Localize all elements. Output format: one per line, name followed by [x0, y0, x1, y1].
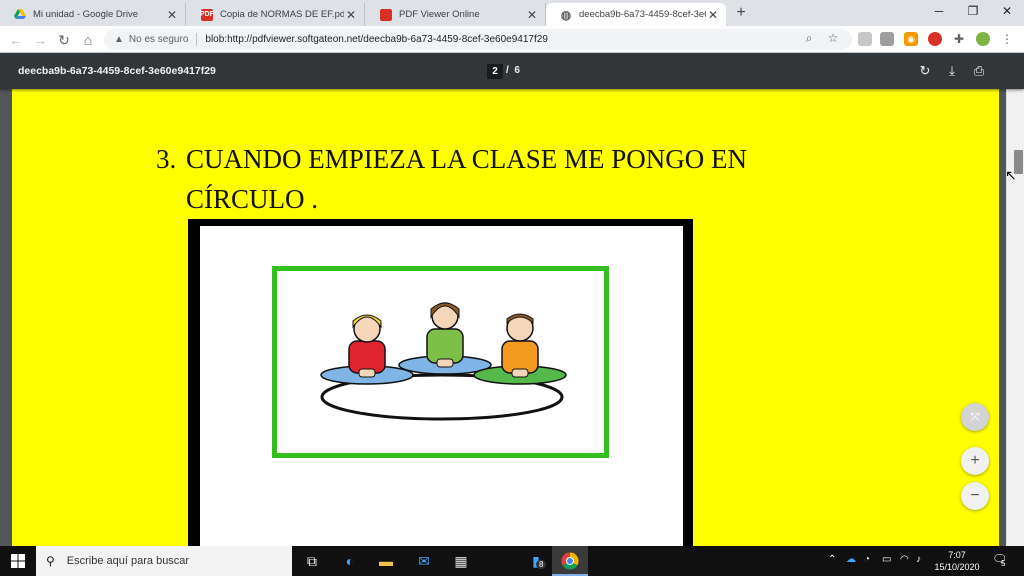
tab-strip: Mi unidad - Google Drive ✕ PDF Copia de …	[0, 0, 1024, 26]
rule-text: CUANDO EMPIEZA LA CLASE ME PONGO EN CÍRC…	[186, 144, 748, 214]
start-button[interactable]	[0, 546, 36, 576]
children-sitting-in-circle-illustration	[320, 302, 567, 421]
reload-icon[interactable]: ↻	[54, 30, 74, 50]
address-bar[interactable]: ▲ No es seguro blob:http://pdfviewer.sof…	[104, 29, 852, 50]
volume-icon[interactable]: ♪	[916, 554, 921, 565]
onedrive-icon[interactable]: ☁	[846, 554, 856, 565]
rule-number: 3.	[156, 144, 177, 174]
tab-label: PDF Viewer Online	[399, 9, 480, 20]
search-placeholder: Escribe aquí para buscar	[66, 555, 190, 567]
file-explorer-icon[interactable]: ▬	[376, 551, 396, 571]
security-label[interactable]: No es seguro	[129, 34, 188, 45]
pictogram-frame	[188, 219, 693, 546]
tab-label: Copia de NORMAS DE EF.pdf - G	[220, 9, 344, 20]
pdf-toolbar: deecba9b-6a73-4459-8cef-3e60e9417f29 2 /…	[0, 53, 1024, 89]
tray-chevron-icon[interactable]: ⌃	[828, 554, 836, 565]
extension-icon[interactable]	[858, 32, 872, 46]
globe-icon: ◍	[560, 7, 572, 22]
taskbar-search-box[interactable]: ⚲ Escribe aquí para buscar	[36, 546, 292, 576]
close-window-button[interactable]: ✕	[990, 0, 1024, 22]
divider	[196, 33, 198, 46]
pdf-viewer[interactable]: 3. CUANDO EMPIEZA LA CLASE ME PONGO EN C…	[0, 89, 1024, 546]
tab-normas-pdf[interactable]: PDF Copia de NORMAS DE EF.pdf - G ✕	[187, 3, 365, 26]
pictogram-border	[272, 266, 609, 458]
vertical-scrollbar[interactable]	[1006, 89, 1024, 546]
search-icon: ⚲	[46, 554, 55, 568]
page-separator: /	[506, 65, 509, 76]
home-icon[interactable]: ⌂	[78, 30, 98, 50]
wifi-icon[interactable]: ◠	[900, 554, 909, 565]
chrome-icon	[561, 552, 579, 570]
back-arrow-icon[interactable]: ←	[6, 30, 26, 50]
pdf-icon: PDF	[200, 8, 214, 21]
rotate-icon[interactable]: ↻	[916, 62, 934, 80]
close-tab-icon[interactable]: ✕	[165, 8, 179, 22]
tray-app-icon[interactable]: ◔	[864, 554, 870, 565]
minimize-button[interactable]: ─	[922, 0, 956, 22]
tab-active-document[interactable]: ◍ deecba9b-6a73-4459-8cef-3e60e9417f29 ✕	[546, 3, 726, 26]
tab-pdf-viewer-online[interactable]: PDF Viewer Online ✕	[366, 3, 546, 26]
pictogram-card	[200, 226, 683, 546]
edge-browser-icon[interactable]: ◐	[340, 551, 360, 571]
close-tab-icon[interactable]: ✕	[344, 8, 358, 22]
new-tab-button[interactable]: +	[732, 4, 750, 22]
mail-icon[interactable]: ✉	[414, 551, 434, 571]
tab-google-drive[interactable]: Mi unidad - Google Drive ✕	[0, 3, 186, 26]
zoom-out-button[interactable]: −	[961, 482, 989, 510]
tab-label: deecba9b-6a73-4459-8cef-3e60e9417f29	[579, 9, 706, 20]
windows-logo-icon	[11, 554, 25, 568]
download-icon[interactable]: ⤓	[943, 62, 961, 80]
battery-icon[interactable]: ▭	[882, 554, 891, 565]
record-extension-icon[interactable]	[928, 32, 942, 46]
page-number-input[interactable]: 2	[487, 64, 503, 79]
close-tab-icon[interactable]: ✕	[706, 8, 720, 22]
notification-count: 5	[1001, 559, 1006, 568]
mouse-cursor-icon: ↖	[1005, 167, 1017, 183]
browser-toolbar: ← → ↻ ⌂ ▲ No es seguro blob:http://pdfvi…	[0, 26, 1024, 53]
tab-label: Mi unidad - Google Drive	[33, 9, 139, 20]
task-view-icon[interactable]: ⧉	[302, 551, 322, 571]
zoom-in-button[interactable]: +	[961, 447, 989, 475]
forward-arrow-icon[interactable]: →	[30, 30, 50, 50]
page-count: / 6	[506, 65, 520, 76]
close-tab-icon[interactable]: ✕	[525, 8, 539, 22]
profile-avatar[interactable]	[976, 32, 990, 46]
clock-date: 15/10/2020	[934, 562, 980, 572]
clock[interactable]: 7:07 15/10/2020	[930, 549, 984, 573]
url-text[interactable]: blob:http://pdfviewer.softgateon.net/dee…	[205, 34, 548, 45]
maximize-button[interactable]: ❐	[956, 0, 990, 22]
pdf-title: deecba9b-6a73-4459-8cef-3e60e9417f29	[18, 65, 216, 77]
reader-extension-icon[interactable]	[880, 32, 894, 46]
rss-icon[interactable]: ◉	[904, 32, 918, 46]
total-pages: 6	[514, 65, 520, 76]
zoom-lens-icon[interactable]: ⌕	[800, 29, 818, 47]
warning-icon: ▲	[114, 34, 124, 45]
pdf-icon	[380, 8, 392, 21]
windows-taskbar: ⚲ Escribe aquí para buscar ⧉ ◐ ▬ ✉ ▦ ▮ 8…	[0, 546, 1024, 576]
fit-page-icon[interactable]: ⤧	[961, 403, 989, 431]
pdf-page: 3. CUANDO EMPIEZA LA CLASE ME PONGO EN C…	[12, 89, 999, 546]
print-icon[interactable]: ⎙	[970, 62, 988, 80]
chrome-taskbar-button[interactable]	[552, 546, 588, 576]
bookmark-star-icon[interactable]: ☆	[824, 29, 842, 47]
store-icon[interactable]: ▦	[451, 551, 471, 571]
clock-time: 7:07	[948, 550, 966, 560]
google-drive-icon	[14, 9, 26, 21]
menu-dots-icon[interactable]: ⋮	[1000, 32, 1014, 46]
puzzle-extensions-icon[interactable]: ✚	[952, 32, 966, 46]
